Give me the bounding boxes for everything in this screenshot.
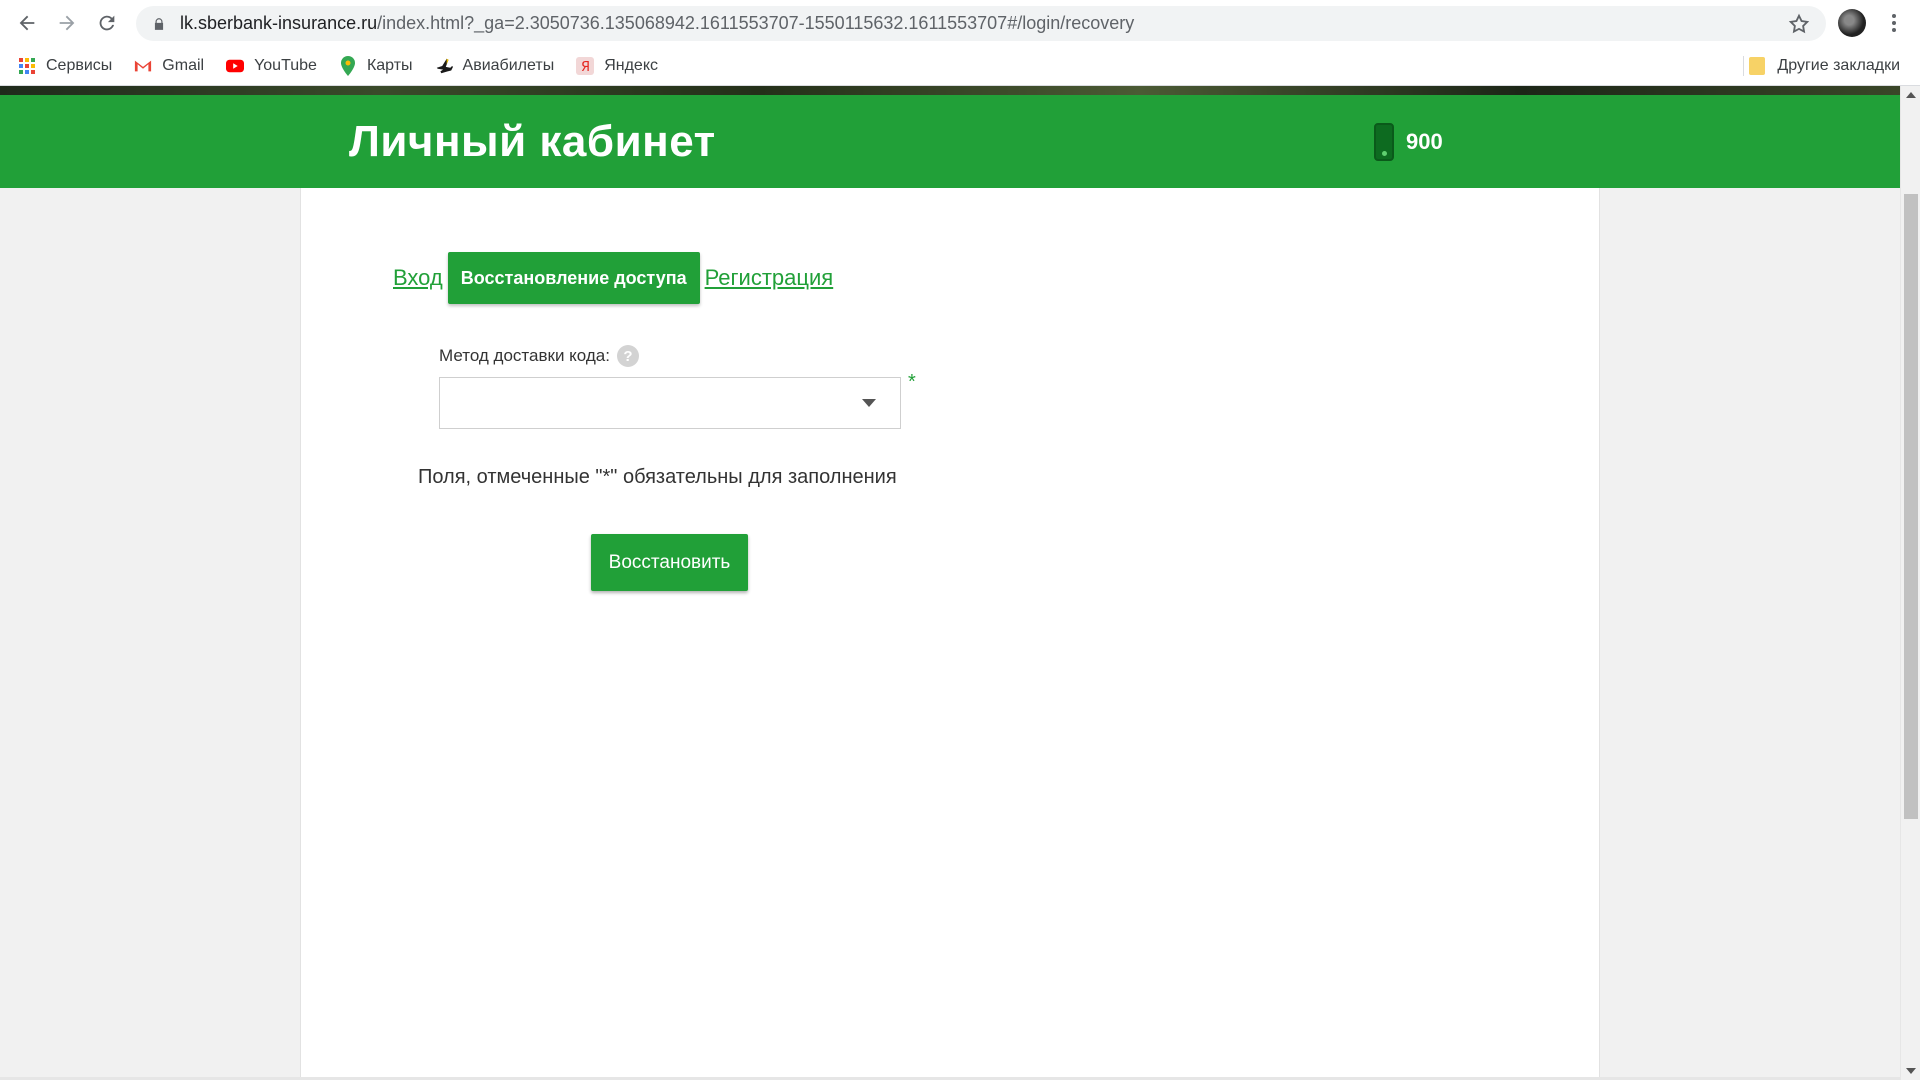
browser-toolbar: lk.sberbank-insurance.ru/index.html?_ga=… <box>0 0 1920 46</box>
page-viewport: Личный кабинет 900 Вход Восстановление д… <box>0 86 1900 1080</box>
bookmark-label: Gmail <box>162 56 205 74</box>
bookmark-flights[interactable]: Авиабилеты <box>435 56 555 75</box>
folder-icon <box>1749 57 1766 75</box>
page-title: Личный кабинет <box>349 117 716 166</box>
mobile-phone-icon <box>1374 123 1394 161</box>
content-card: Вход Восстановление доступа Регистрация … <box>300 188 1600 1080</box>
bookmark-gmail[interactable]: Gmail <box>134 57 204 75</box>
lock-icon <box>154 17 164 30</box>
bookmark-label: Карты <box>366 56 413 74</box>
scroll-down-icon[interactable] <box>1906 1068 1916 1074</box>
site-header: Личный кабинет 900 <box>0 95 1900 188</box>
reload-icon[interactable] <box>87 3 127 43</box>
forward-icon[interactable] <box>47 3 87 43</box>
tab-register[interactable]: Регистрация <box>705 265 834 291</box>
airplane-icon <box>435 57 453 75</box>
tab-login[interactable]: Вход <box>393 265 443 291</box>
back-icon[interactable] <box>7 3 47 43</box>
required-asterisk: * <box>908 371 916 393</box>
header-photo-strip <box>0 86 1900 95</box>
other-bookmarks[interactable]: Другие закладки <box>1749 46 1900 86</box>
required-fields-note: Поля, отмеченные "*" обязательны для зап… <box>418 466 897 488</box>
youtube-icon <box>226 57 245 75</box>
profile-avatar[interactable] <box>1838 9 1866 37</box>
delivery-method-select[interactable] <box>439 377 901 429</box>
bookmark-star-icon[interactable] <box>1788 13 1810 35</box>
scroll-up-icon[interactable] <box>1906 92 1916 98</box>
bookmark-maps[interactable]: Карты <box>339 55 413 76</box>
chevron-down-icon <box>862 399 876 407</box>
svg-text:Я: Я <box>581 60 590 75</box>
bookmark-youtube[interactable]: YouTube <box>226 57 317 75</box>
phone-contact[interactable]: 900 <box>1374 123 1443 161</box>
gmail-icon <box>134 57 152 75</box>
bookmark-label: YouTube <box>254 56 317 74</box>
recover-button[interactable]: Восстановить <box>591 534 748 591</box>
url-text: lk.sberbank-insurance.ru/index.html?_ga=… <box>180 13 1135 33</box>
auth-tabs: Вход Восстановление доступа Регистрация <box>393 252 833 304</box>
maps-pin-icon <box>339 55 357 76</box>
help-icon[interactable]: ? <box>616 345 639 367</box>
tab-recovery[interactable]: Восстановление доступа <box>447 252 700 304</box>
delivery-method-label: Метод доставки кода: ? <box>439 345 639 367</box>
bookmark-services[interactable]: Сервисы <box>18 57 112 75</box>
delivery-method-label-text: Метод доставки кода: <box>439 346 610 365</box>
bookmarks-divider <box>1743 56 1744 76</box>
phone-number: 900 <box>1406 129 1443 154</box>
page-scrollbar[interactable] <box>1900 86 1920 1080</box>
bookmark-label: Яндекс <box>604 56 658 74</box>
bookmark-label: Сервисы <box>46 56 113 74</box>
yandex-icon: Я <box>576 56 595 75</box>
address-bar[interactable]: lk.sberbank-insurance.ru/index.html?_ga=… <box>136 6 1826 41</box>
bookmark-yandex[interactable]: Я Яндекс <box>576 56 658 75</box>
scrollbar-thumb[interactable] <box>1904 194 1918 819</box>
apps-grid-icon <box>18 57 36 75</box>
other-bookmarks-label: Другие закладки <box>1777 57 1900 74</box>
menu-kebab-icon[interactable] <box>1884 12 1904 34</box>
bookmarks-bar: Сервисы Gmail YouTube Карты Авиабилеты Я… <box>0 46 1920 86</box>
bookmark-label: Авиабилеты <box>462 56 555 74</box>
